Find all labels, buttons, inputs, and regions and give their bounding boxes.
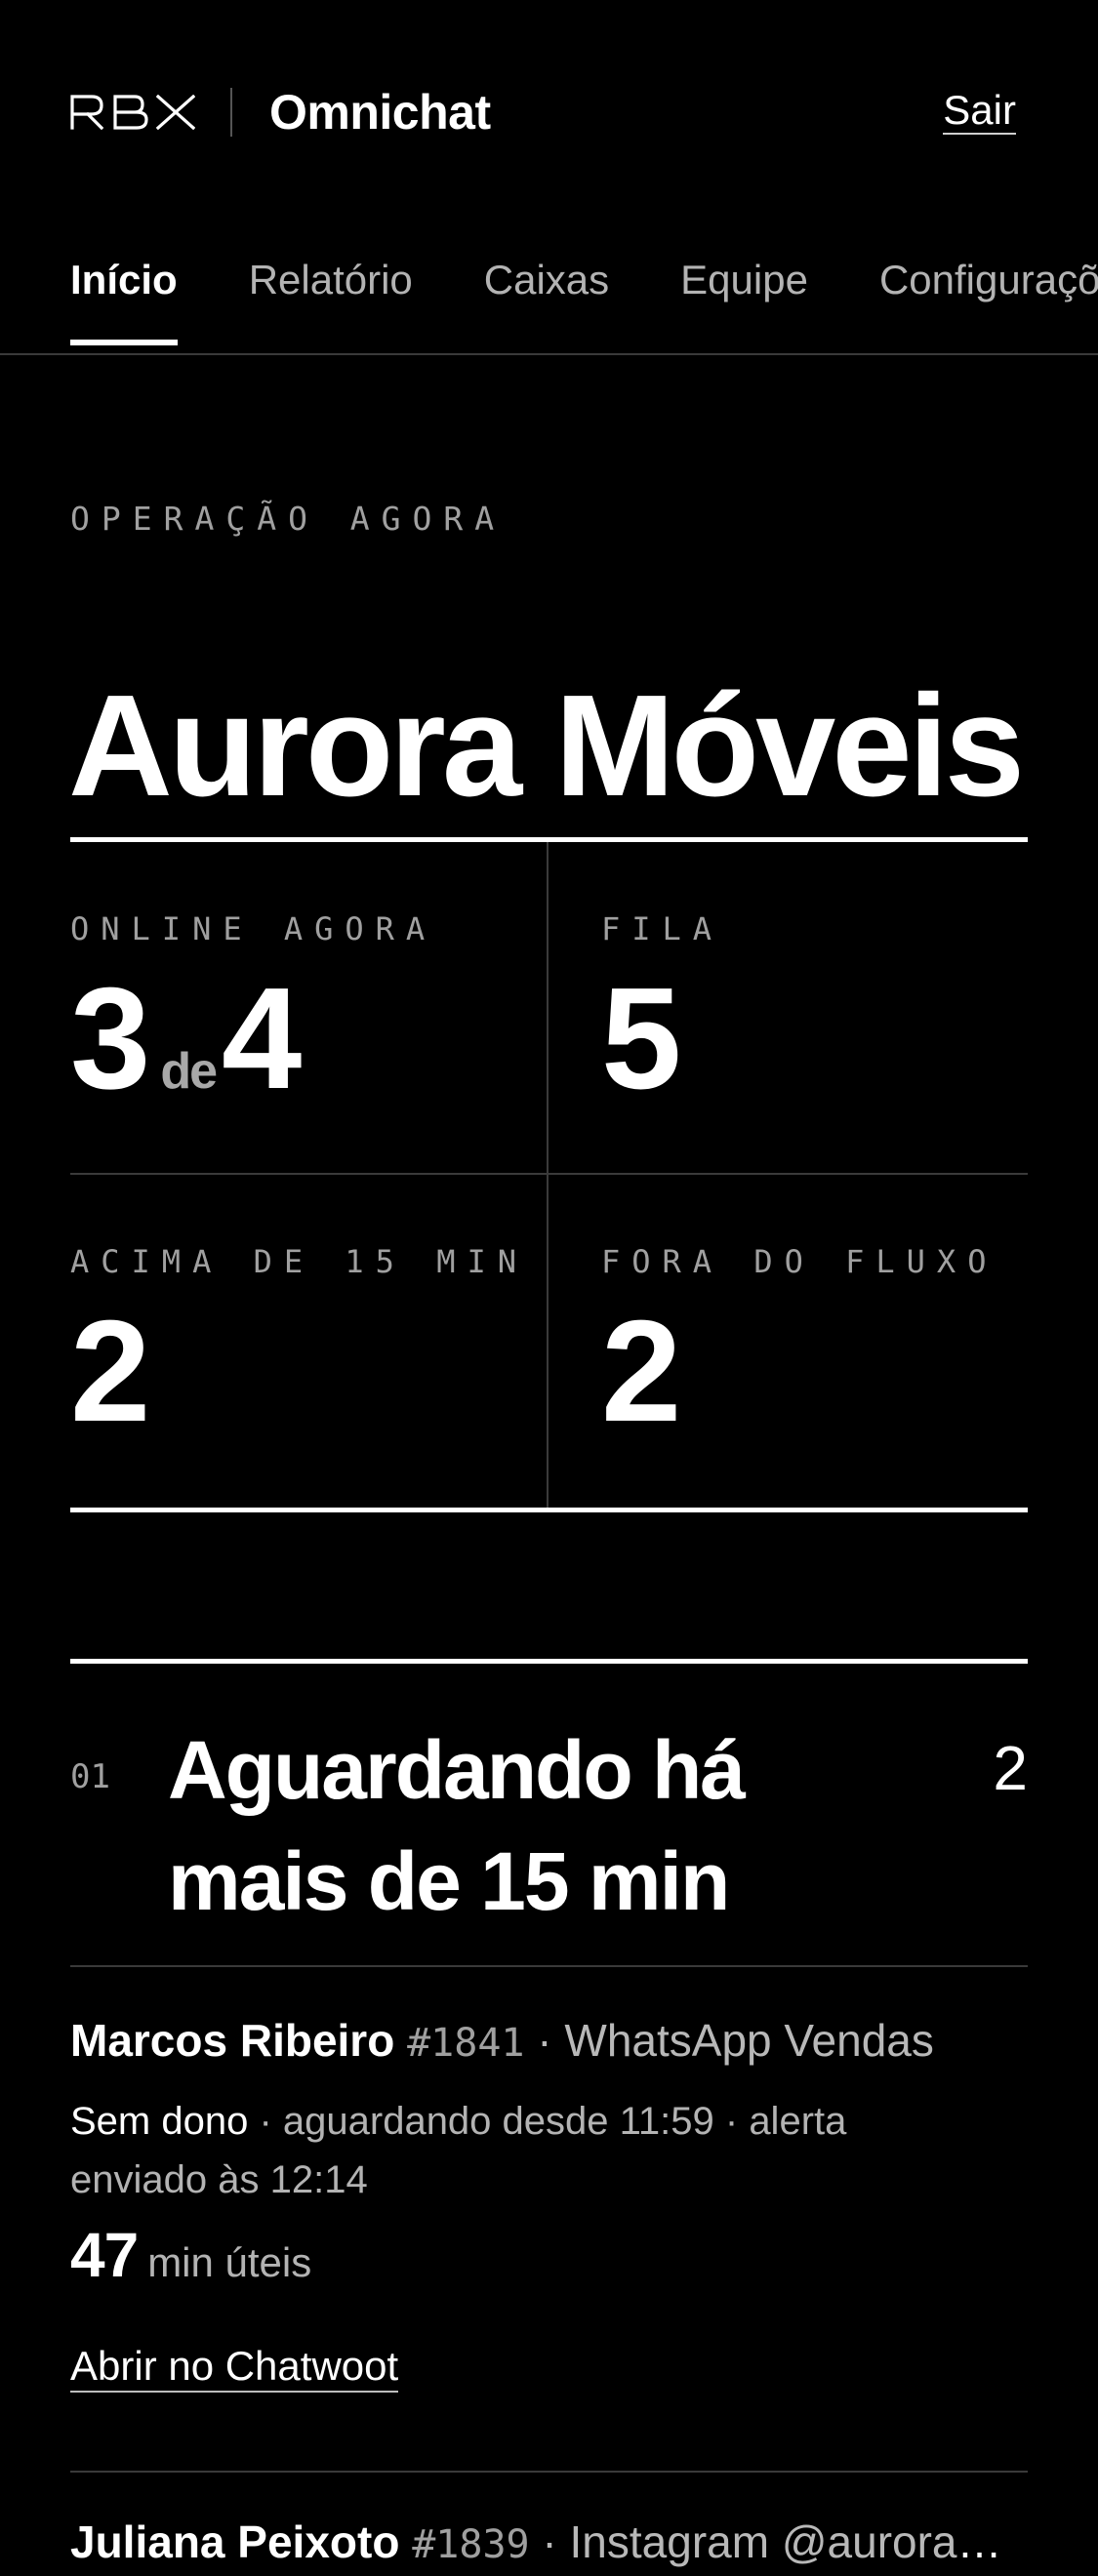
stat-online-connector: de [160, 1043, 218, 1100]
minutes-value: 47 [70, 2220, 139, 2290]
conversation-meta: Sem dono · aguardando desde 11:59 · aler… [70, 2092, 988, 2209]
stat-queue: FILA 5 [549, 842, 1028, 1175]
open-in-chatwoot-link[interactable]: Abrir no Chatwoot [70, 2343, 399, 2394]
conversation-heading: Marcos Ribeiro #1841 · WhatsApp Vendas [70, 2014, 1028, 2068]
conversation-item: Marcos Ribeiro #1841 · WhatsApp Vendas S… [70, 1967, 1028, 2473]
stat-online: ONLINE AGORA 3 de4 [70, 842, 549, 1175]
account-title: Aurora Móveis [68, 665, 1025, 827]
stat-off-flow-value: 2 [601, 1291, 681, 1452]
tab-relatorio[interactable]: Relatório [249, 257, 413, 345]
hero-eyebrow: OPERAÇÃO AGORA [70, 500, 507, 538]
rbx-logo-icon [70, 95, 195, 130]
conversation-item: Juliana Peixoto #1839 · Instagram @auror… [70, 2473, 1028, 2576]
tab-configuracoes[interactable]: Configurações [879, 257, 1098, 345]
brand-separator [230, 88, 232, 137]
stat-off-flow-label: FORA DO FLUXO [601, 1243, 998, 1280]
logout-link[interactable]: Sair [943, 90, 1016, 135]
owner-status: Sem dono [70, 2100, 249, 2143]
app-header: Omnichat Sair [70, 78, 1016, 146]
business-minutes: 47 min úteis [70, 2219, 311, 2291]
stat-over-15: ACIMA DE 15 MIN 2 [70, 1175, 549, 1508]
stat-online-count: 3 [70, 958, 150, 1119]
tab-caixas[interactable]: Caixas [484, 257, 609, 345]
stat-online-value: 3 de4 [70, 967, 302, 1111]
waiting-section-header: 01 Aguardando há mais de 15 min 2 [70, 1659, 1028, 1967]
minutes-unit: min úteis [147, 2239, 312, 2285]
inbox-name: · WhatsApp Vendas [537, 2015, 934, 2066]
main-tabs: Início Relatório Caixas Equipe Configura… [0, 224, 1098, 355]
stat-off-flow: FORA DO FLUXO 2 [549, 1175, 1028, 1508]
stat-queue-value: 5 [601, 958, 681, 1119]
inbox-name: · Instagram @auroramoveis [542, 2516, 1028, 2567]
tab-equipe[interactable]: Equipe [680, 257, 808, 345]
section-count: 2 [993, 1733, 1028, 1803]
stat-online-total: 4 [222, 958, 302, 1119]
rbx-logo[interactable] [70, 95, 195, 130]
section-title: Aguardando há mais de 15 min [168, 1724, 746, 1927]
stat-queue-label: FILA [601, 910, 724, 947]
contact-name: Marcos Ribeiro [70, 2015, 395, 2066]
conversation-id: #1841 [407, 2021, 525, 2066]
tab-inicio[interactable]: Início [70, 257, 178, 346]
stats-grid: ONLINE AGORA 3 de4 FILA 5 ACIMA DE 15 MIN… [70, 837, 1028, 1512]
conversation-heading: Juliana Peixoto #1839 · Instagram @auror… [70, 2516, 1028, 2569]
section-number: 01 [70, 1757, 110, 1796]
stat-over-15-value: 2 [70, 1291, 150, 1452]
stat-online-label: ONLINE AGORA [70, 910, 437, 947]
stat-over-15-label: ACIMA DE 15 MIN [70, 1243, 528, 1280]
app-name: Omnichat [269, 85, 491, 140]
conversation-id: #1839 [412, 2522, 530, 2567]
contact-name: Juliana Peixoto [70, 2516, 400, 2567]
